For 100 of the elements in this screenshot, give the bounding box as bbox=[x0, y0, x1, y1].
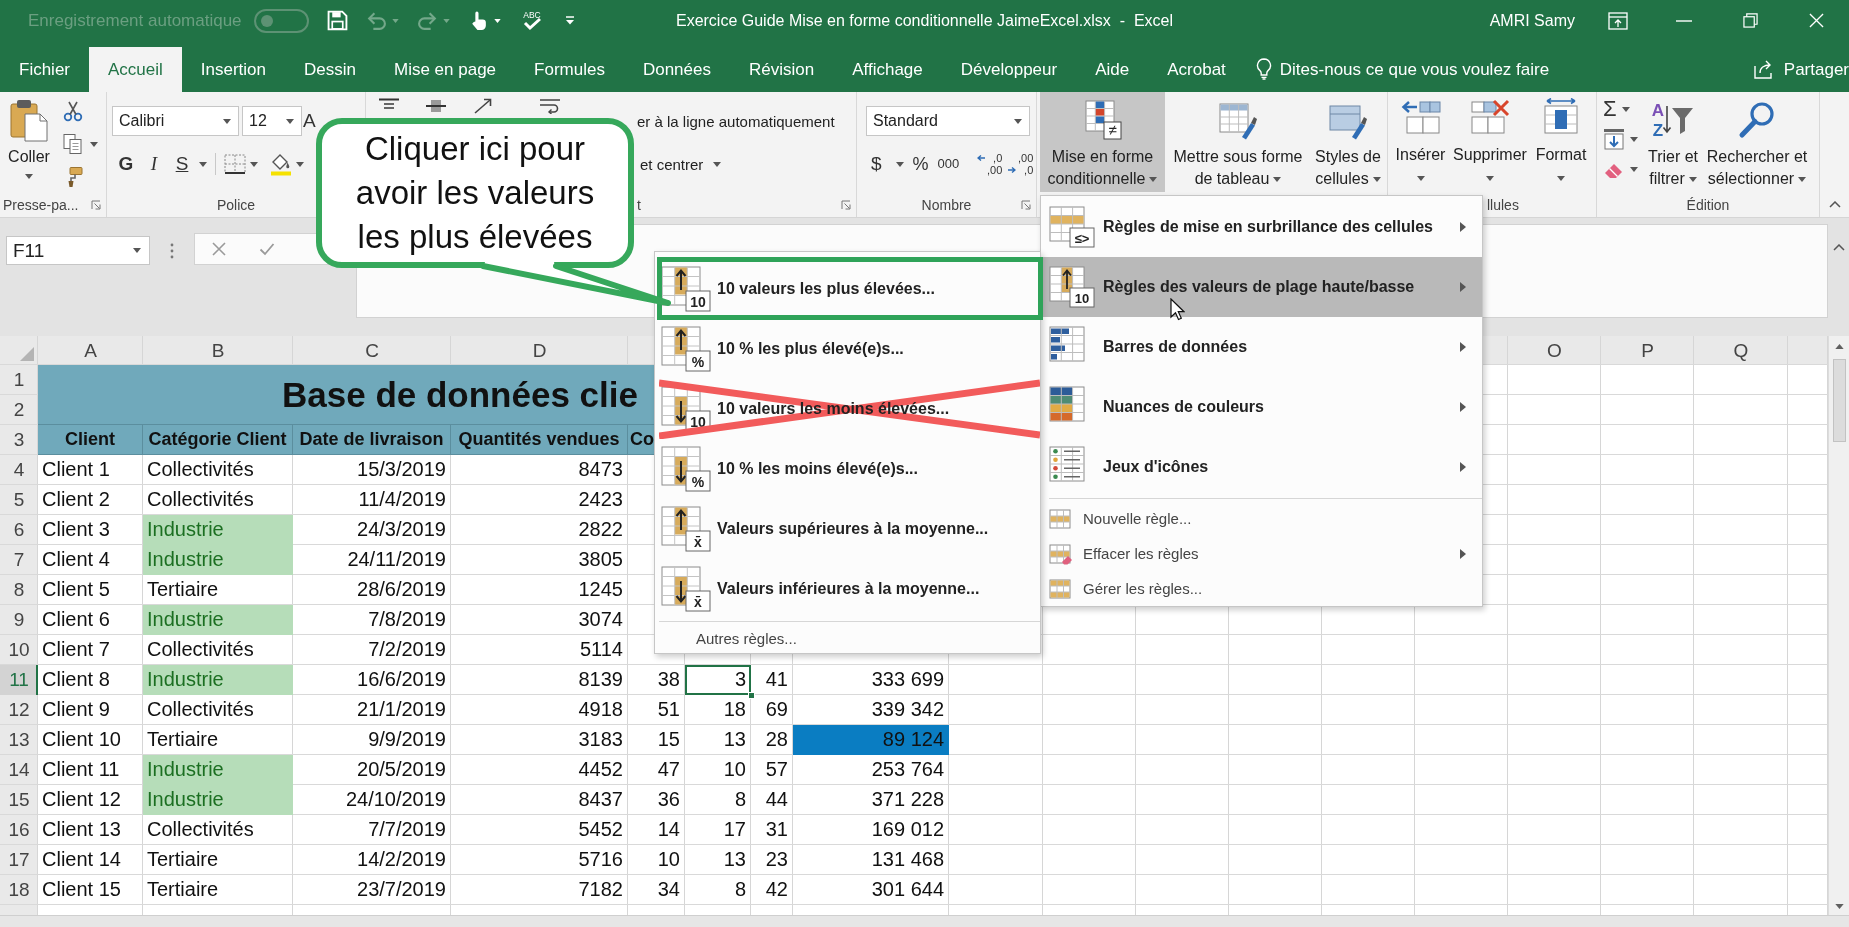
fill-handle[interactable] bbox=[748, 692, 755, 699]
row-header[interactable]: 13 bbox=[0, 725, 38, 755]
menu-item[interactable]: % 10 % les plus élevé(e)s... bbox=[655, 319, 1040, 379]
copy-icon[interactable] bbox=[62, 133, 84, 155]
format-cells-button[interactable]: Format bbox=[1532, 92, 1590, 192]
row-header[interactable]: 18 bbox=[0, 875, 38, 905]
column-header[interactable]: Q bbox=[1694, 336, 1788, 365]
dialog-launcher-icon[interactable] bbox=[1021, 200, 1031, 210]
column-header[interactable]: O bbox=[1508, 336, 1601, 365]
menu-item[interactable]: Jeux d'icônes bbox=[1041, 437, 1482, 497]
scroll-down-icon[interactable] bbox=[1834, 904, 1844, 909]
paint-bucket-icon[interactable] bbox=[269, 152, 293, 176]
horizontal-scrollbar[interactable] bbox=[0, 915, 1849, 927]
ribbon-tab[interactable]: Révision bbox=[730, 47, 834, 92]
wrap-text-icon[interactable] bbox=[539, 98, 561, 114]
close-icon[interactable] bbox=[1808, 13, 1824, 28]
underline-button[interactable]: S bbox=[168, 150, 196, 178]
ribbon-tab[interactable]: Mise en page bbox=[375, 47, 516, 92]
delete-cells-button[interactable]: Supprimer bbox=[1450, 92, 1530, 192]
menu-item[interactable]: 10 Règles des valeurs de plage haute/basse bbox=[1041, 257, 1482, 317]
ribbon-tab[interactable]: Accueil bbox=[89, 47, 182, 92]
vertical-scrollbar[interactable] bbox=[1828, 336, 1849, 915]
dialog-launcher-icon[interactable] bbox=[91, 200, 101, 210]
fill-down-icon[interactable] bbox=[1603, 128, 1625, 150]
menu-item[interactable]: ≤> Règles de mise en surbrillance des cellules bbox=[1041, 197, 1482, 257]
menu-item[interactable]: 10 10 valeurs les plus élevées... bbox=[655, 259, 1040, 319]
decrease-decimal-button[interactable]: ,00 ,0 bbox=[1008, 150, 1034, 178]
borders-icon[interactable] bbox=[223, 153, 247, 175]
ribbon-display-icon[interactable] bbox=[1608, 11, 1628, 30]
row-header[interactable]: 4 bbox=[0, 455, 38, 485]
menu-item[interactable]: Nouvelle règle... bbox=[1041, 501, 1482, 536]
collapse-formula-bar-icon[interactable] bbox=[1832, 244, 1845, 251]
font-name-field[interactable]: Calibri bbox=[112, 106, 239, 136]
ribbon-tab[interactable]: Fichier bbox=[0, 47, 89, 92]
tell-me-field[interactable]: Dites-nous ce que vous voulez faire bbox=[1279, 47, 1570, 92]
caret-down-icon[interactable] bbox=[895, 161, 904, 167]
percent-button[interactable]: % bbox=[912, 150, 929, 178]
find-select-button[interactable]: Rechercher et sélectionner bbox=[1703, 92, 1811, 192]
scroll-up-icon[interactable] bbox=[1834, 344, 1844, 349]
ribbon-tab[interactable]: Formules bbox=[515, 47, 624, 92]
paste-button[interactable]: Coller bbox=[4, 98, 54, 190]
caret-down-icon[interactable] bbox=[296, 161, 304, 167]
row-header[interactable]: 12 bbox=[0, 695, 38, 725]
customize-toolbar-icon[interactable] bbox=[564, 16, 575, 25]
scissors-icon[interactable] bbox=[62, 100, 84, 122]
menu-item[interactable]: Barres de données bbox=[1041, 317, 1482, 377]
row-header[interactable]: 17 bbox=[0, 845, 38, 875]
checkmark-icon[interactable] bbox=[259, 241, 275, 257]
row-header[interactable]: 14 bbox=[0, 755, 38, 785]
align-middle-icon[interactable] bbox=[425, 98, 447, 114]
row-header[interactable]: 15 bbox=[0, 785, 38, 815]
italic-button[interactable]: I bbox=[140, 150, 168, 178]
row-header[interactable]: 5 bbox=[0, 485, 38, 515]
share-button[interactable]: Partager bbox=[1752, 47, 1849, 92]
row-header[interactable]: 11 bbox=[0, 665, 38, 695]
ribbon-tab[interactable]: Données bbox=[623, 47, 730, 92]
collapse-ribbon-icon[interactable] bbox=[1829, 201, 1841, 208]
dialog-launcher-icon[interactable] bbox=[841, 200, 851, 210]
menu-item[interactable]: Effacer les règles bbox=[1041, 536, 1482, 571]
format-as-table-button[interactable]: Mettre sous forme de tableau bbox=[1167, 92, 1309, 192]
menu-item[interactable]: Nuances de couleurs bbox=[1041, 377, 1482, 437]
autosum-button[interactable]: Σ bbox=[1603, 96, 1641, 122]
ribbon-tab[interactable]: Insertion bbox=[181, 47, 286, 92]
menu-item[interactable]: x̄ Valeurs inférieures à la moyenne... bbox=[655, 559, 1040, 619]
caret-down-icon[interactable] bbox=[1630, 166, 1638, 172]
ribbon-tab[interactable]: Affichage bbox=[833, 47, 942, 92]
restore-icon[interactable] bbox=[1742, 13, 1758, 28]
font-size-field[interactable]: 12 bbox=[242, 106, 302, 136]
row-header[interactable]: 16 bbox=[0, 815, 38, 845]
row-header[interactable]: 8 bbox=[0, 575, 38, 605]
menu-item[interactable]: Autres règles... bbox=[655, 624, 1040, 652]
caret-down-icon[interactable] bbox=[90, 141, 98, 147]
caret-down-icon[interactable] bbox=[1630, 136, 1638, 142]
cell-styles-button[interactable]: Styles de cellules bbox=[1311, 92, 1385, 192]
menu-item[interactable]: Gérer les règles... bbox=[1041, 571, 1482, 606]
row-header[interactable]: 1 bbox=[0, 365, 38, 395]
caret-down-icon[interactable] bbox=[250, 161, 258, 167]
wrap-text-button[interactable]: er à la ligne automatiquement bbox=[637, 106, 835, 136]
cancel-icon[interactable] bbox=[211, 241, 227, 257]
column-header[interactable]: B bbox=[143, 336, 293, 365]
currency-button[interactable]: $ bbox=[871, 150, 882, 178]
column-header[interactable]: P bbox=[1601, 336, 1694, 365]
increase-decimal-button[interactable]: ,0 ,00 bbox=[977, 150, 1003, 178]
row-header[interactable]: 3 bbox=[0, 425, 38, 455]
ribbon-tab[interactable]: Dessin bbox=[285, 47, 375, 92]
caret-down-icon[interactable] bbox=[493, 18, 501, 23]
caret-down-icon[interactable] bbox=[199, 161, 207, 167]
merge-center-button[interactable]: et centrer bbox=[640, 150, 722, 178]
row-header[interactable]: 9 bbox=[0, 605, 38, 635]
column-header[interactable]: C bbox=[293, 336, 451, 365]
scroll-thumb[interactable] bbox=[1832, 359, 1846, 442]
grow-font-button[interactable]: A bbox=[303, 106, 316, 136]
row-header[interactable]: 6 bbox=[0, 515, 38, 545]
ribbon-tab[interactable]: Développeur bbox=[941, 47, 1077, 92]
ribbon-tab[interactable]: Acrobat bbox=[1148, 47, 1245, 92]
insert-cells-button[interactable]: Insérer bbox=[1393, 92, 1448, 192]
name-box[interactable]: F11 bbox=[6, 236, 150, 265]
number-format-field[interactable]: Standard bbox=[866, 106, 1030, 136]
minimize-icon[interactable] bbox=[1676, 19, 1692, 22]
thousands-button[interactable]: 000 bbox=[937, 150, 960, 178]
